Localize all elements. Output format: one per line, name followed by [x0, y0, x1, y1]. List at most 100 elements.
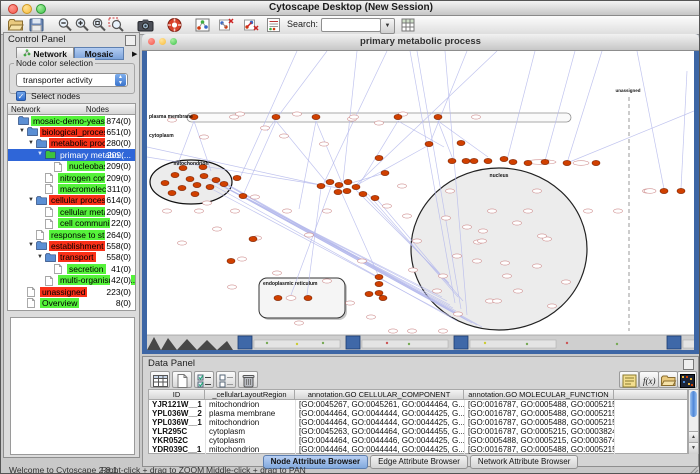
tree-row-metabolic-process[interactable]: ▼metabolic process280(0)	[8, 138, 135, 149]
network-node-small[interactable]	[524, 209, 533, 213]
tree-row-primary-metabo-[interactable]: ▼primary metabo...209(...	[8, 149, 135, 160]
network-node[interactable]	[470, 158, 478, 163]
network-node-small[interactable]	[293, 112, 302, 116]
network-window-titlebar[interactable]: primary metabolic process	[142, 34, 699, 51]
network-node-small[interactable]	[454, 312, 463, 316]
network-node[interactable]	[457, 140, 465, 145]
tree-header[interactable]: Network Nodes	[7, 103, 136, 115]
network-node-small[interactable]	[453, 254, 462, 258]
network-node-small[interactable]	[295, 321, 304, 325]
network-node[interactable]	[171, 172, 179, 177]
network-node[interactable]	[334, 189, 342, 194]
network-node[interactable]	[249, 236, 257, 241]
table-icon[interactable]	[150, 371, 170, 388]
zoom-selected-icon[interactable]	[108, 17, 126, 33]
network-node-small[interactable]	[584, 209, 593, 213]
network-node-small[interactable]	[283, 209, 292, 213]
network-node[interactable]	[375, 290, 383, 295]
hide-selected-edges-icon[interactable]	[243, 17, 261, 33]
tree-row-biological-process[interactable]: ▼biological_process651(0)	[8, 126, 135, 137]
tree-row-cell-communica-[interactable]: cell communica...22(0)	[8, 218, 135, 229]
network-node-small[interactable]	[478, 239, 487, 243]
network-node-small[interactable]	[493, 299, 502, 303]
tree-row-mosaic-demo-yeast[interactable]: mosaic-demo-yeast874(0)	[8, 115, 135, 126]
network-node[interactable]	[272, 114, 280, 119]
form-edit-icon[interactable]	[619, 371, 639, 388]
network-node-small[interactable]	[463, 225, 472, 229]
import-table-icon[interactable]	[400, 17, 418, 33]
network-node[interactable]	[359, 191, 367, 196]
network-node[interactable]	[462, 158, 470, 163]
dropdown-stepper-icon[interactable]: ▲▼	[115, 74, 126, 86]
network-node-small[interactable]	[200, 135, 209, 139]
network-node-small[interactable]	[213, 227, 222, 231]
network-node-small[interactable]	[538, 234, 547, 238]
column-header-id[interactable]: ID	[148, 389, 205, 400]
network-node-small[interactable]	[261, 126, 270, 130]
network-node[interactable]	[274, 295, 282, 300]
unselect-attributes-icon[interactable]	[216, 371, 236, 388]
network-node-small[interactable]	[280, 134, 289, 138]
network-node-small[interactable]	[479, 229, 488, 233]
network-node-small[interactable]	[367, 315, 376, 319]
select-attributes-icon[interactable]	[194, 371, 214, 388]
network-node[interactable]	[425, 141, 433, 146]
network-node[interactable]	[381, 170, 389, 175]
zoom-in-icon[interactable]	[74, 17, 92, 33]
data-panel-float-icon[interactable]	[683, 359, 694, 370]
network-node[interactable]	[375, 274, 383, 279]
network-node-small[interactable]	[398, 184, 407, 188]
network-node[interactable]	[193, 182, 201, 187]
network-node[interactable]	[448, 158, 456, 163]
network-node-small[interactable]	[439, 329, 448, 333]
network-node[interactable]	[212, 177, 220, 182]
network-node[interactable]	[484, 158, 492, 163]
network-node[interactable]	[394, 114, 402, 119]
network-node-small[interactable]	[503, 274, 512, 278]
tree-row-establishment-of-lo-[interactable]: ▼establishment of lo...558(0)	[8, 240, 135, 251]
network-node-small[interactable]	[195, 209, 204, 213]
expand-triangle-icon[interactable]: ▼	[37, 151, 43, 157]
tree-row-cellular-metabo-[interactable]: cellular metabo...209(0)	[8, 206, 135, 217]
network-node[interactable]	[200, 173, 208, 178]
expand-triangle-icon[interactable]: ▼	[28, 140, 34, 146]
network-node[interactable]	[233, 175, 241, 180]
nucleus-region[interactable]	[411, 168, 587, 330]
network-node-small[interactable]	[442, 216, 451, 220]
network-node-small[interactable]	[273, 271, 282, 275]
network-node-small[interactable]	[346, 301, 355, 305]
expand-triangle-icon[interactable]: ▼	[28, 197, 34, 203]
network-node-small[interactable]	[533, 189, 542, 193]
network-node-small[interactable]	[323, 279, 332, 283]
search-input[interactable]	[321, 18, 381, 32]
expand-triangle-icon[interactable]: ▼	[19, 128, 25, 134]
matrix-icon[interactable]	[677, 371, 697, 388]
network-node-small[interactable]	[230, 115, 239, 119]
network-node-small[interactable]	[501, 261, 510, 265]
network-node[interactable]	[352, 184, 360, 189]
tree-row-cellular-process[interactable]: ▼cellular process614(0)	[8, 195, 135, 206]
node-color-dropdown[interactable]: transporter activity	[16, 73, 128, 87]
tree-row-overview[interactable]: Overview8(0)	[8, 297, 135, 308]
zoom-out-icon[interactable]	[57, 17, 75, 33]
table-scrollbar[interactable]: ▲ ▼	[688, 389, 699, 454]
tree-row-nucleobase-c-[interactable]: nucleobase-c...209(0)	[8, 161, 135, 172]
save-icon[interactable]	[28, 17, 46, 33]
network-node[interactable]	[563, 160, 571, 165]
select-nodes-checkbox[interactable]: ✓	[16, 91, 26, 101]
open-attribute-icon[interactable]	[658, 371, 678, 388]
column-header-filler[interactable]	[614, 389, 688, 400]
vizmapper-icon[interactable]	[265, 17, 283, 33]
network-node-small[interactable]	[323, 209, 332, 213]
tab-scroll-right-icon[interactable]: ▶	[132, 50, 137, 58]
network-node-small[interactable]	[350, 115, 359, 119]
network-node[interactable]	[379, 295, 387, 300]
zoom-fit-icon[interactable]	[91, 17, 109, 33]
network-node-small[interactable]	[473, 259, 482, 263]
network-node[interactable]	[161, 180, 169, 185]
float-panel-icon[interactable]	[125, 35, 136, 46]
network-node[interactable]	[186, 176, 194, 181]
birdseye-view[interactable]	[10, 317, 135, 455]
network-node[interactable]	[677, 188, 685, 193]
new-attribute-icon[interactable]	[172, 371, 192, 388]
